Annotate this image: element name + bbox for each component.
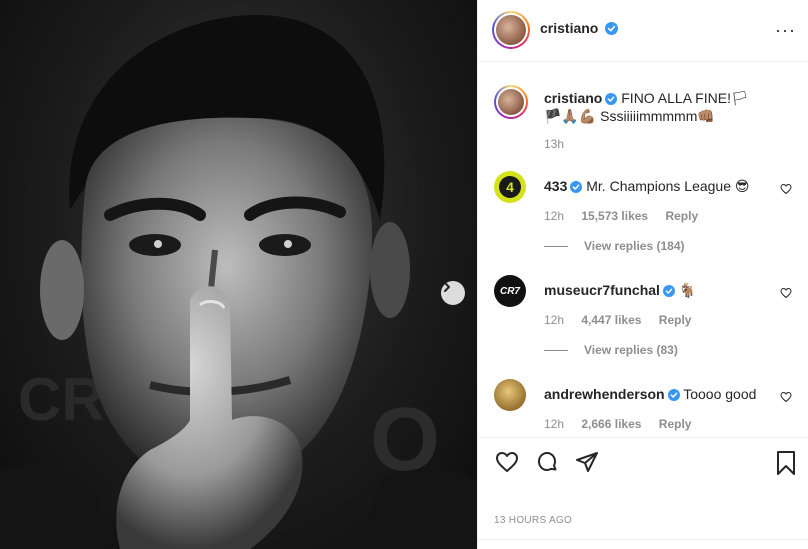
- comment-row: CR7 museucr7funchal 🐐 12h 4,447 likes Re…: [494, 275, 792, 365]
- comment-text: museucr7funchal 🐐: [544, 281, 766, 299]
- reply-button[interactable]: Reply: [659, 313, 692, 327]
- avatar-text: CR7: [499, 285, 520, 297]
- comment-likes[interactable]: 4,447 likes: [581, 313, 641, 327]
- comment-body: Mr. Champions League 😎: [586, 178, 750, 194]
- avatar-text: 4: [499, 176, 521, 198]
- next-photo-button[interactable]: [441, 281, 465, 305]
- comment-author[interactable]: andrewhenderson: [544, 386, 665, 402]
- comment-age: 12h: [544, 209, 565, 223]
- like-heart-icon[interactable]: [494, 450, 520, 474]
- verified-badge-icon: [605, 93, 618, 105]
- verified-badge-icon: [605, 22, 619, 35]
- post-photo[interactable]: O CR: [0, 0, 477, 549]
- comment-likes[interactable]: 15,573 likes: [581, 209, 648, 223]
- comment-age: 12h: [544, 313, 565, 327]
- svg-text:CR: CR: [18, 366, 105, 433]
- comment-avatar-433[interactable]: 4: [494, 171, 526, 203]
- verified-badge-icon: [662, 285, 675, 297]
- reply-button[interactable]: Reply: [665, 209, 698, 223]
- comment-author[interactable]: museucr7funchal: [544, 282, 660, 298]
- author-avatar[interactable]: [492, 11, 530, 49]
- comment-text: 433 Mr. Champions League 😎: [544, 177, 766, 195]
- caption-author[interactable]: cristiano: [544, 90, 602, 106]
- author-username[interactable]: cristiano: [540, 20, 619, 36]
- comment-icon[interactable]: [534, 450, 560, 474]
- paper-plane-icon[interactable]: [574, 450, 600, 474]
- verified-badge-icon: [667, 389, 680, 401]
- post-side-panel: cristiano ··· cristiano FINO ALLA FINE!🏳…: [477, 0, 808, 549]
- like-comment-heart-icon[interactable]: [780, 287, 792, 299]
- comment-text: andrewhenderson Toooo good: [544, 385, 766, 403]
- comment-body: 🐐: [678, 282, 697, 298]
- like-comment-heart-icon[interactable]: [780, 183, 792, 195]
- comment-author[interactable]: 433: [544, 178, 567, 194]
- comment-avatar-museucr7funchal[interactable]: CR7: [494, 275, 526, 307]
- comment-row: 4 433 Mr. Champions League 😎 12h 15,573 …: [494, 171, 792, 261]
- caption-avatar[interactable]: [494, 85, 528, 119]
- comment-meta: 12h 2,666 likes Reply: [544, 417, 705, 431]
- view-replies-button[interactable]: View replies (184): [544, 239, 685, 253]
- view-replies-button[interactable]: View replies (83): [544, 343, 678, 357]
- post-header: cristiano ···: [478, 0, 808, 62]
- comment-meta: 12h 15,573 likes Reply: [544, 209, 712, 223]
- comments-list[interactable]: cristiano FINO ALLA FINE!🏳🏴🙏🏽💪🏽 Sssiiiii…: [478, 63, 808, 437]
- comment-body: Toooo good: [683, 386, 757, 402]
- comment-meta: 12h 4,447 likes Reply: [544, 313, 705, 327]
- bookmark-icon[interactable]: [774, 450, 798, 476]
- comment-avatar-andrewhenderson[interactable]: [494, 379, 526, 411]
- comment-age: 12h: [544, 417, 565, 431]
- verified-badge-icon: [570, 181, 583, 193]
- comment-likes[interactable]: 2,666 likes: [581, 417, 641, 431]
- action-bar: [478, 437, 808, 487]
- caption-row: cristiano FINO ALLA FINE!🏳🏴🙏🏽💪🏽 Sssiiiii…: [494, 85, 792, 165]
- comment-row: andrewhenderson Toooo good 12h 2,666 lik…: [494, 379, 792, 437]
- caption-text: cristiano FINO ALLA FINE!🏳🏴🙏🏽💪🏽 Sssiiiii…: [544, 89, 766, 125]
- more-options-icon[interactable]: ···: [775, 20, 796, 41]
- add-comment-divider: [478, 539, 808, 549]
- caption-age: 13h: [544, 137, 565, 151]
- portrait-image: O CR: [0, 14, 477, 549]
- chevron-right-icon: [444, 282, 450, 292]
- like-comment-heart-icon[interactable]: [780, 391, 792, 403]
- reply-button[interactable]: Reply: [659, 417, 692, 431]
- post-timestamp[interactable]: 13 HOURS AGO: [494, 515, 572, 526]
